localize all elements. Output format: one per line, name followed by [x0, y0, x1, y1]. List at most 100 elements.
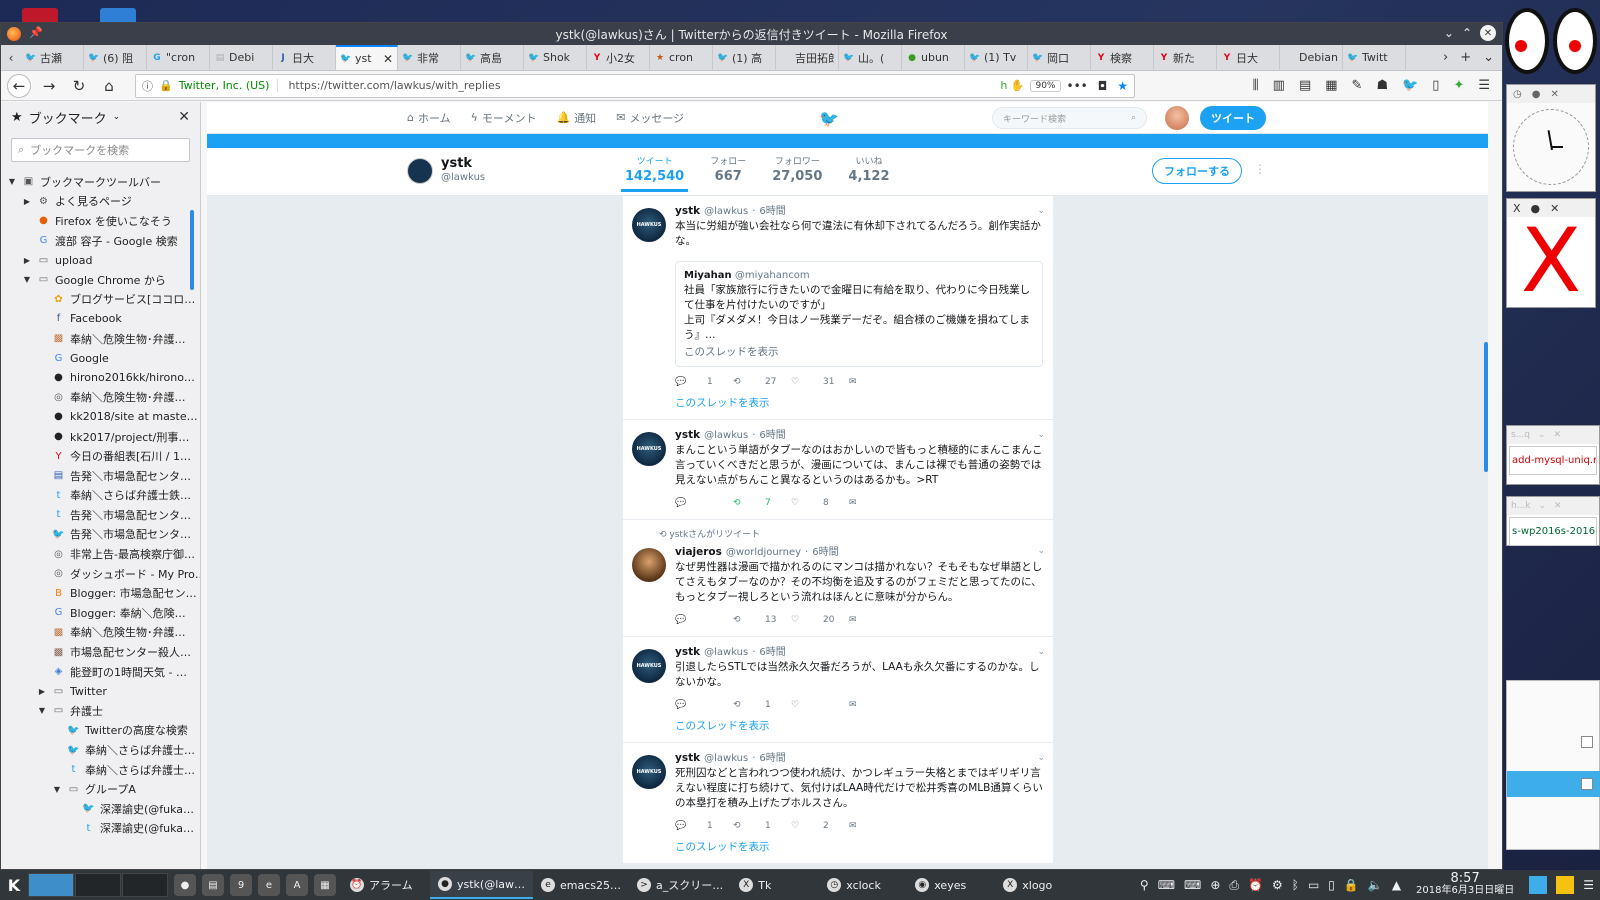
bookmark-item[interactable]: ◎ ダッシュボード - My Pro… [1, 564, 200, 584]
bookmark-item[interactable]: 🐦 深澤諭史(@fuka… [1, 799, 200, 819]
alarm-icon[interactable]: ⏰ [1248, 878, 1263, 892]
twitter-logo-icon[interactable]: 🐦 [819, 109, 839, 128]
pen-icon[interactable]: ✎ [1352, 78, 1363, 93]
bookmark-item[interactable]: ◈ 能登町の1時間天気 - … [1, 662, 200, 682]
tweet-author-handle[interactable]: @lawkus [704, 751, 748, 766]
printer-icon[interactable]: ⎙ [1229, 878, 1239, 893]
bookmark-item[interactable]: ● kk2018/site at maste… [1, 407, 200, 427]
launcher-icon[interactable]: ▦ [314, 874, 336, 896]
tweet-avatar[interactable]: HAWKUS [632, 208, 666, 242]
tweet-author-name[interactable]: ystk [675, 428, 700, 443]
reader-icon[interactable]: ▤ [1299, 78, 1311, 93]
chevron-down-icon[interactable]: ⌄ [1539, 501, 1547, 511]
bookmark-item[interactable]: f Facebook [1, 309, 200, 329]
bookmark-item[interactable]: t 告発＼市場急配センタ… [1, 505, 200, 525]
chevron-down-icon[interactable]: ⌄ [1037, 645, 1045, 660]
launcher-icon[interactable]: A [286, 874, 308, 896]
browser-tab[interactable]: J 日大 [273, 45, 336, 70]
page-actions-icon[interactable]: ••• [1067, 79, 1088, 93]
bookmark-folder[interactable]: ▶ ▭ Twitter [1, 681, 200, 701]
minimize-icon[interactable]: ● [1532, 89, 1541, 100]
taskbar-task[interactable]: X Tk [731, 871, 819, 899]
quoted-thread-link[interactable]: このスレッドを表示 [684, 345, 1034, 360]
bookmark-item[interactable]: B Blogger: 市場急配セン… [1, 583, 200, 603]
chevron-down-icon[interactable]: ⌄ [1444, 26, 1454, 40]
evernote-icon[interactable]: ☗ [1376, 78, 1388, 93]
browser-tab[interactable]: 🐦 古瀬 [21, 45, 84, 70]
browser-tab[interactable]: ● ubun [902, 45, 965, 70]
user-avatar[interactable] [1165, 106, 1189, 130]
tweet[interactable]: HAWKUS ystk @lawkus · 6時間 ⌄ 引退したらSTLでは当然永久欠番だろ… [623, 637, 1053, 743]
retweet-button[interactable]: ⟲ 7 [733, 496, 791, 511]
site-identity[interactable]: Twitter, Inc. (US) [179, 79, 279, 92]
more-options-icon[interactable]: ⋮ [1254, 162, 1266, 176]
twitter-search-input[interactable]: キーワード検索 ⌕ [992, 107, 1147, 129]
close-tab-icon[interactable]: ✕ [383, 52, 393, 66]
bookmark-folder[interactable]: ▼ ▭ 弁護士 [1, 701, 200, 721]
home-button[interactable]: ⌂ [97, 74, 121, 98]
extension-leaf-icon[interactable]: ✦ [1453, 78, 1464, 93]
retweet-button[interactable]: ⟲ 1 [733, 698, 791, 713]
bookmark-item[interactable]: 🐦 Twitterの高度な検索 [1, 721, 200, 741]
browser-tab[interactable]: 🐦 yst ✕ [336, 45, 398, 70]
volume-icon[interactable]: 🔈 [1368, 878, 1383, 892]
tweet-time[interactable]: 6時間 [759, 645, 785, 660]
bookmark-folder[interactable]: ▶ ⚙ よく見るページ [1, 192, 200, 212]
pager-desktop[interactable] [122, 873, 168, 897]
twisty-icon[interactable]: ▼ [7, 177, 17, 186]
tweet[interactable]: HAWKUS ystk @lawkus · 6時間 ⌄ 本当に労組が強い会社なら何で違法に有… [623, 196, 1053, 420]
bookmark-item[interactable]: ● kk2017/project/刑事… [1, 427, 200, 447]
tweet-author-handle[interactable]: @lawkus [704, 204, 748, 219]
bookmark-star-icon[interactable]: ★ [1117, 79, 1128, 93]
close-icon[interactable]: ✕ [1554, 430, 1562, 440]
taskbar-task[interactable]: ● ystk(@law… [430, 871, 534, 899]
kde-menu-icon[interactable]: K [0, 870, 28, 900]
profile-handle[interactable]: @lawkus [441, 172, 485, 183]
launcher-icon[interactable]: 9 [230, 874, 252, 896]
quoted-tweet[interactable]: Miyahan @miyahancom 社員「家族旅行に行きたいので金曜日に有給を… [675, 261, 1043, 367]
nav-notifications[interactable]: 🔔 通知 [556, 110, 596, 126]
close-icon[interactable]: ✕ [1550, 89, 1558, 100]
network-icon[interactable]: ⊕ [1210, 878, 1220, 892]
bluetooth-icon[interactable]: ᛒ [1292, 878, 1299, 892]
page-scrollbar[interactable] [1484, 342, 1488, 472]
nav-messages[interactable]: ✉ メッセージ [616, 110, 684, 126]
url-bar[interactable]: ⓘ 🔒 Twitter, Inc. (US) https://twitter.c… [135, 73, 1135, 98]
browser-tab[interactable]: G "cron [147, 45, 210, 70]
twisty-icon[interactable]: ▶ [22, 197, 32, 206]
browser-tab[interactable]: Debian / [1280, 45, 1343, 70]
bookmark-item[interactable]: ● Firefox を使いこなそう [1, 211, 200, 231]
show-thread-link[interactable]: このスレッドを表示 [675, 719, 1043, 734]
settings-icon[interactable]: ⚙ [1272, 878, 1283, 892]
bookmark-folder[interactable]: ▶ ▭ upload [1, 250, 200, 270]
tweet-button[interactable]: ツイート [1200, 106, 1266, 130]
nav-home[interactable]: ⌂ ホーム [407, 110, 451, 126]
checkbox[interactable] [1581, 736, 1593, 748]
sticky-note-icon[interactable] [1556, 876, 1575, 894]
tweet-time[interactable]: 6時間 [812, 545, 838, 560]
bookmark-item[interactable]: G Google [1, 348, 200, 368]
browser-tab[interactable]: ▤ Debi [210, 45, 273, 70]
taskbar-task[interactable]: Xxlogo [995, 871, 1083, 899]
tweet[interactable]: ⟲ ystkさんがリツイート viajeros @worldjourney · 6時間 ⌄… [623, 520, 1053, 637]
bookmark-folder[interactable]: ▼ ▣ ブックマークツールバー [1, 172, 200, 192]
sidebar-title[interactable]: ブックマーク [29, 108, 107, 127]
bookmark-item[interactable]: t 深澤諭史(@fuka… [1, 819, 200, 839]
checkbox[interactable] [1581, 778, 1593, 790]
like-button[interactable]: ♡ 31 [791, 375, 849, 390]
tweet-author-name[interactable]: ystk [675, 645, 700, 660]
reply-button[interactable]: 💬 [675, 698, 733, 713]
bookmark-item[interactable]: ✿ ブログサービス[ココロ… [1, 290, 200, 310]
chevron-down-icon[interactable]: ⌄ [1037, 428, 1045, 443]
dm-button[interactable]: ✉ [849, 375, 907, 390]
tweet[interactable]: HAWKUS ystk @lawkus · 6時間 ⌄ まんこという単語がタブーなのはおかし… [623, 420, 1053, 520]
browser-tab[interactable]: ★ cron [650, 45, 713, 70]
tab-scroll-left-icon[interactable]: ‹ [1, 45, 21, 70]
browser-tab[interactable]: 🐦 (6) 阻 [84, 45, 147, 70]
show-thread-link[interactable]: このスレッドを表示 [675, 396, 1043, 411]
tweet-avatar[interactable] [632, 548, 666, 582]
profile-name[interactable]: ystk [441, 156, 472, 171]
chevron-down-icon[interactable]: ⌄ [1037, 751, 1045, 766]
bookmark-item[interactable]: Y 今日の番組表[石川 / 1… [1, 446, 200, 466]
reply-button[interactable]: 💬 1 [675, 819, 733, 834]
